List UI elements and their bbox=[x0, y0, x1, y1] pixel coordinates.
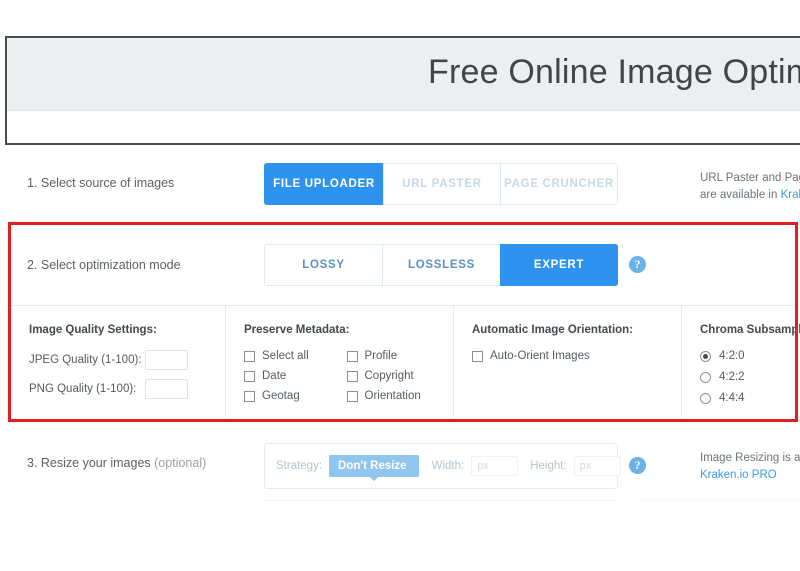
source-note-line-2: are available in Krake bbox=[700, 187, 800, 204]
tab-url-paster[interactable]: URL PASTER bbox=[383, 163, 500, 205]
source-button-group[interactable]: FILE UPLOADER URL PASTER PAGE CRUNCHER bbox=[264, 163, 618, 205]
checkbox-label: Date bbox=[262, 370, 287, 382]
source-note-line-1: URL Paster and Page bbox=[700, 172, 800, 184]
resize-controls-row: Strategy: Don't Resize Width: Height: bbox=[264, 443, 621, 489]
jpeg-quality-input[interactable] bbox=[145, 350, 188, 370]
tab-expert[interactable]: EXPERT bbox=[500, 244, 618, 286]
checkbox-label: Profile bbox=[364, 350, 398, 362]
radio-label: 4:2:2 bbox=[719, 371, 745, 383]
section-label-resize-optional: (optional) bbox=[150, 456, 207, 470]
kraken-pro-link-source[interactable]: Krake bbox=[781, 189, 800, 201]
image-quality-settings-column: Image Quality Settings: JPEG Quality (1-… bbox=[11, 306, 226, 417]
checkbox-profile[interactable]: Profile bbox=[346, 350, 450, 362]
strategy-label: Strategy: bbox=[276, 460, 323, 472]
png-quality-label: PNG Quality (1-100): bbox=[29, 383, 137, 395]
resize-note-line-2: Kraken.io PRO bbox=[700, 467, 800, 484]
checkbox-label: Auto-Orient Images bbox=[490, 350, 590, 362]
checkbox-box-icon[interactable] bbox=[244, 390, 255, 402]
tab-lossy[interactable]: LOSSY bbox=[264, 244, 382, 286]
height-label: Height: bbox=[530, 460, 567, 472]
source-side-note: URL Paster and Page are available in Kra… bbox=[700, 170, 800, 204]
section-label-resize: 3. Resize your images (optional) bbox=[27, 456, 206, 470]
jpeg-quality-row: JPEG Quality (1-100): bbox=[29, 350, 225, 370]
checkbox-box-icon[interactable] bbox=[346, 350, 358, 362]
bottom-divider bbox=[264, 500, 618, 501]
help-icon-resize[interactable]: ? bbox=[629, 457, 646, 474]
radio-button-icon[interactable] bbox=[700, 392, 711, 404]
width-input[interactable] bbox=[471, 456, 519, 476]
tab-page-cruncher[interactable]: PAGE CRUNCHER bbox=[500, 163, 618, 205]
checkbox-box-icon[interactable] bbox=[472, 350, 483, 362]
strategy-dropdown[interactable]: Don't Resize bbox=[329, 455, 419, 481]
checkbox-box-icon[interactable] bbox=[244, 350, 255, 362]
tab-file-uploader[interactable]: FILE UPLOADER bbox=[264, 163, 383, 205]
checkbox-box-icon[interactable] bbox=[346, 390, 358, 402]
radio-button-icon[interactable] bbox=[700, 350, 711, 362]
bottom-divider-secondary bbox=[640, 500, 800, 501]
automatic-orientation-column: Automatic Image Orientation: Auto-Orient… bbox=[454, 306, 682, 417]
checkbox-auto-orient-images[interactable]: Auto-Orient Images bbox=[472, 350, 681, 362]
checkbox-date[interactable]: Date bbox=[244, 370, 347, 382]
section-label-resize-text: 3. Resize your images bbox=[27, 456, 151, 470]
checkbox-orientation[interactable]: Orientation bbox=[346, 390, 450, 402]
width-label: Width: bbox=[431, 460, 465, 472]
checkbox-label: Copyright bbox=[364, 370, 414, 382]
radio-chroma-422[interactable]: 4:2:2 bbox=[700, 371, 795, 383]
section-label-source-text: 1. Select source of images bbox=[27, 176, 175, 190]
page-title: Free Online Image Optim bbox=[428, 53, 800, 91]
png-quality-input[interactable] bbox=[145, 379, 188, 399]
radio-chroma-420[interactable]: 4:2:0 bbox=[700, 350, 795, 362]
section-label-source: 1. Select source of images bbox=[27, 176, 174, 190]
checkbox-box-icon[interactable] bbox=[346, 370, 358, 382]
expert-settings-panel: Image Quality Settings: JPEG Quality (1-… bbox=[11, 305, 800, 417]
radio-label: 4:4:4 bbox=[719, 392, 745, 404]
checkbox-copyright[interactable]: Copyright bbox=[346, 370, 450, 382]
jpeg-quality-label: JPEG Quality (1-100): bbox=[29, 354, 142, 366]
source-note-prefix: are available in bbox=[700, 189, 781, 201]
checkbox-label: Geotag bbox=[262, 390, 300, 402]
section-label-mode-text: 2. Select optimization mode bbox=[27, 258, 181, 272]
metadata-checkbox-grid: Select all Profile Date Copyright Geotag… bbox=[244, 350, 449, 410]
automatic-orientation-title: Automatic Image Orientation: bbox=[472, 324, 634, 336]
radio-chroma-444[interactable]: 4:4:4 bbox=[700, 392, 795, 404]
kraken-pro-link-resize[interactable]: Kraken.io PRO bbox=[700, 469, 777, 481]
resize-side-note: Image Resizing is ava Kraken.io PRO bbox=[700, 450, 800, 484]
checkbox-label: Orientation bbox=[364, 390, 421, 402]
chroma-subsampling-title: Chroma Subsampling: bbox=[700, 324, 800, 336]
help-icon-mode[interactable]: ? bbox=[629, 256, 646, 273]
checkbox-select-all[interactable]: Select all bbox=[244, 350, 347, 362]
section-label-mode: 2. Select optimization mode bbox=[27, 258, 181, 272]
resize-note-line-1: Image Resizing is ava bbox=[700, 452, 800, 464]
preserve-metadata-title: Preserve Metadata: bbox=[244, 324, 350, 336]
height-input[interactable] bbox=[573, 456, 621, 476]
radio-label: 4:2:0 bbox=[719, 350, 745, 362]
tab-lossless[interactable]: LOSSLESS bbox=[382, 244, 500, 286]
radio-button-icon[interactable] bbox=[700, 371, 711, 383]
image-quality-title: Image Quality Settings: bbox=[29, 324, 157, 336]
chroma-subsampling-column: Chroma Subsampling: 4:2:0 4:2:2 4:4:4 bbox=[682, 306, 800, 417]
preserve-metadata-column: Preserve Metadata: Select all Profile Da… bbox=[226, 306, 454, 417]
mode-button-group[interactable]: LOSSY LOSSLESS EXPERT bbox=[264, 244, 618, 286]
checkbox-label: Select all bbox=[262, 350, 309, 362]
png-quality-row: PNG Quality (1-100): bbox=[29, 379, 225, 399]
checkbox-box-icon[interactable] bbox=[244, 370, 255, 382]
checkbox-geotag[interactable]: Geotag bbox=[244, 390, 347, 402]
